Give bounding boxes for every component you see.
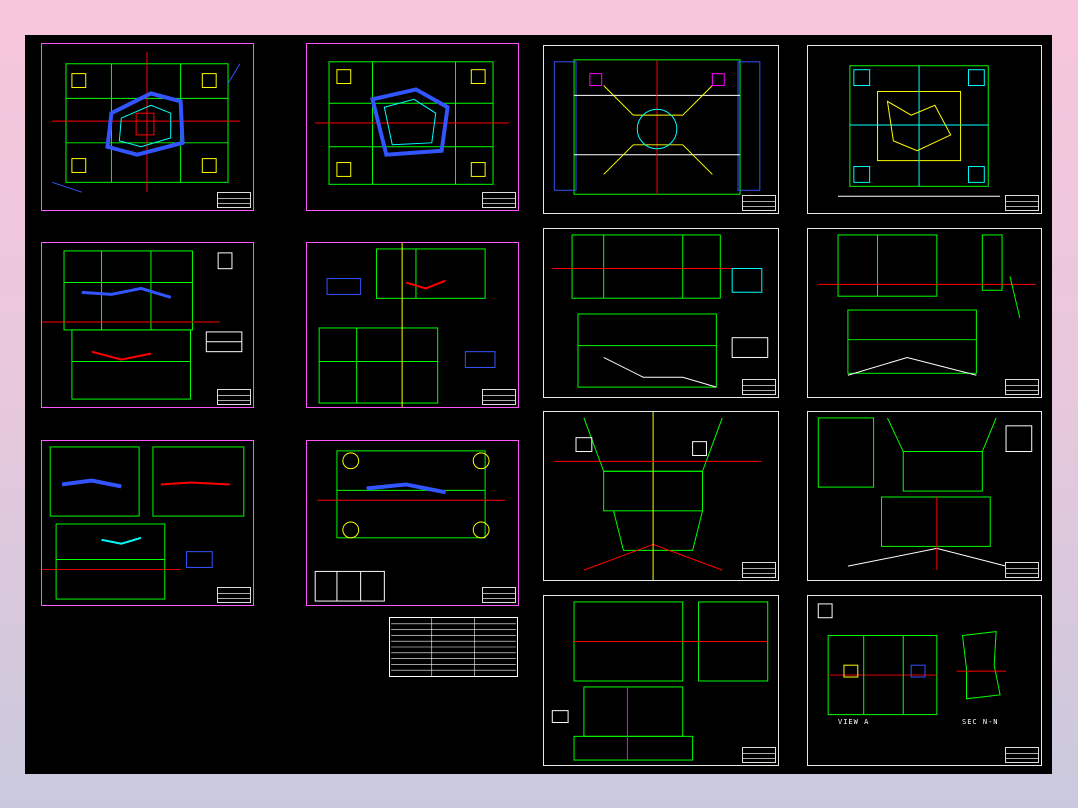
title-block	[482, 587, 516, 603]
title-block	[742, 747, 776, 763]
bom-grid	[391, 618, 516, 676]
title-block	[1005, 195, 1039, 211]
section-drawing-2	[42, 446, 245, 600]
sheet-section-2[interactable]	[41, 440, 254, 606]
title-block	[1005, 562, 1039, 578]
title-block	[1005, 747, 1039, 763]
view-a-drawing	[817, 603, 1007, 716]
plan-drawing-a	[51, 51, 241, 193]
plan-drawing-b	[315, 61, 509, 185]
sec-nn-label: SEC N-N	[962, 718, 999, 726]
section-drawing-4	[314, 450, 505, 602]
sheet-section-4[interactable]	[306, 440, 519, 606]
sheet-top-plan-right[interactable]	[306, 43, 519, 211]
section-drawing-9	[817, 417, 1033, 571]
section-drawing-8	[818, 234, 1036, 376]
cad-drawing-canvas[interactable]: VIEW A SEC N-N	[25, 35, 1052, 774]
sheet-section-7[interactable]	[543, 595, 779, 766]
title-block	[742, 379, 776, 395]
bill-of-materials-table[interactable]	[389, 617, 518, 677]
title-block	[482, 389, 516, 405]
title-block	[217, 192, 251, 208]
title-block	[482, 192, 516, 208]
title-block	[742, 562, 776, 578]
section-drawing-3	[318, 243, 496, 407]
section-drawing-7	[551, 601, 769, 761]
title-block	[217, 389, 251, 405]
sheet-assembly-plan[interactable]	[543, 45, 779, 214]
section-drawing-5	[552, 234, 769, 388]
sheet-section-9[interactable]	[807, 411, 1042, 581]
sheet-section-3[interactable]	[306, 242, 519, 408]
sheet-detail-plan[interactable]	[807, 45, 1042, 214]
sheet-section-8[interactable]	[807, 228, 1042, 398]
sheet-top-plan-left[interactable]	[41, 43, 254, 211]
section-drawing-6	[554, 412, 762, 580]
sheet-view-a[interactable]: VIEW A SEC N-N	[807, 595, 1042, 766]
view-a-label: VIEW A	[838, 718, 870, 726]
section-drawing-1	[42, 250, 243, 400]
sheet-section-1[interactable]	[41, 242, 254, 408]
title-block	[1005, 379, 1039, 395]
detail-plan-drawing	[838, 65, 1001, 197]
title-block	[742, 195, 776, 211]
assembly-plan-drawing	[553, 59, 761, 195]
title-block	[217, 587, 251, 603]
sheet-section-5[interactable]	[543, 228, 779, 398]
sheet-section-6[interactable]	[543, 411, 779, 581]
